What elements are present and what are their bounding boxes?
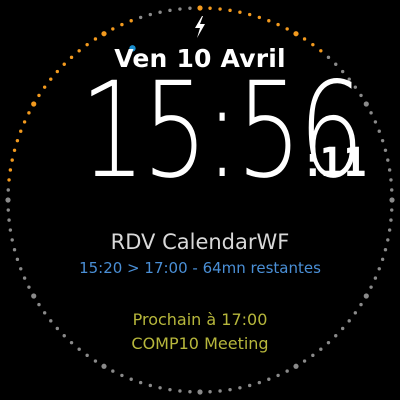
dial-dot: [383, 148, 388, 153]
dial-dot: [6, 188, 10, 192]
dial-dot: [311, 353, 315, 358]
dial-dot: [49, 77, 53, 81]
dial-dot: [31, 101, 37, 107]
dial-dot: [7, 218, 11, 222]
dial-dot: [228, 8, 232, 13]
dial-dot: [15, 138, 20, 143]
dial-dot: [129, 19, 133, 23]
dial-dot: [148, 12, 153, 17]
dial-dot: [302, 37, 307, 41]
dial-dot: [369, 285, 373, 289]
dial-dot: [257, 15, 262, 20]
dial-dot: [93, 359, 98, 363]
dial-dot: [208, 6, 212, 10]
dial-dot: [377, 129, 381, 133]
dial-dot: [285, 369, 289, 373]
dial-dot: [389, 218, 393, 222]
dial-dot: [389, 178, 393, 182]
dial-dot: [178, 389, 182, 393]
dial-dot: [208, 390, 212, 394]
dial-dot: [369, 111, 373, 115]
dial-dot: [380, 138, 385, 143]
dial-dot: [267, 19, 271, 23]
dial-dot: [5, 197, 11, 203]
dial-dot: [257, 380, 262, 385]
dial-dot: [197, 389, 203, 395]
dial-dot: [138, 380, 143, 385]
dial-dot: [37, 302, 41, 307]
dial-dot: [120, 373, 124, 378]
dial-dot: [93, 37, 98, 41]
dial-dot: [373, 120, 378, 124]
dial-dot: [120, 22, 124, 27]
dial-dot: [31, 293, 37, 299]
dial-dot: [111, 369, 115, 373]
dial-dot: [111, 27, 115, 31]
dial-dot: [247, 383, 252, 388]
dial-dot: [12, 148, 17, 153]
dial-dot: [188, 390, 192, 394]
dial-dot: [238, 10, 242, 14]
dial-dot: [188, 6, 192, 10]
dial-dot: [389, 197, 395, 203]
dial-dot: [267, 377, 271, 381]
dial-dot: [293, 31, 299, 37]
dial-dot: [129, 377, 133, 381]
dial-dot: [363, 293, 369, 299]
dial-dot: [359, 302, 363, 307]
dial-dot: [8, 168, 13, 172]
dial-dot: [22, 120, 27, 124]
charging-bolt-icon: [195, 16, 205, 38]
dial-dot: [7, 178, 11, 182]
dial-dot: [101, 363, 107, 369]
dial-dot: [386, 158, 390, 162]
next-event-label: Prochain à 17:00: [132, 310, 268, 329]
dial-dot: [197, 5, 203, 11]
dial-dot: [276, 373, 280, 378]
dial-dot: [178, 7, 182, 11]
dial-dot: [168, 8, 172, 13]
dial-dot: [276, 22, 280, 27]
dial-dot: [101, 31, 107, 37]
dial-dot: [293, 363, 299, 369]
dial-dot: [228, 387, 232, 392]
dial-dot: [387, 168, 392, 172]
next-event-title: COMP10 Meeting: [131, 334, 269, 353]
dial-dot: [6, 208, 10, 212]
dial-dot: [27, 285, 31, 289]
dial-dot: [37, 93, 41, 98]
dial-dot: [285, 27, 289, 31]
dial-dot: [158, 386, 162, 390]
dial-dot: [27, 111, 31, 115]
current-event-time-range: 15:20 > 17:00 - 64mn restantes: [79, 259, 321, 277]
dial-dot: [158, 10, 162, 14]
dial-dot: [390, 188, 394, 192]
dial-dot: [168, 387, 172, 392]
dial-dot: [247, 12, 252, 17]
dial-dot: [218, 7, 222, 11]
dial-dot: [10, 158, 14, 162]
dial-dot: [238, 386, 242, 390]
dial-dot: [390, 208, 394, 212]
dial-dot: [19, 129, 23, 133]
current-event-title: RDV CalendarWF: [110, 230, 290, 254]
dial-dot: [42, 85, 47, 89]
dial-dot: [138, 15, 143, 20]
dial-dot: [218, 389, 222, 393]
dial-dot: [363, 101, 369, 107]
dial-dot: [302, 359, 307, 363]
dial-dot: [148, 383, 153, 388]
seconds-display: :11: [306, 140, 367, 186]
dial-dot: [85, 353, 89, 358]
